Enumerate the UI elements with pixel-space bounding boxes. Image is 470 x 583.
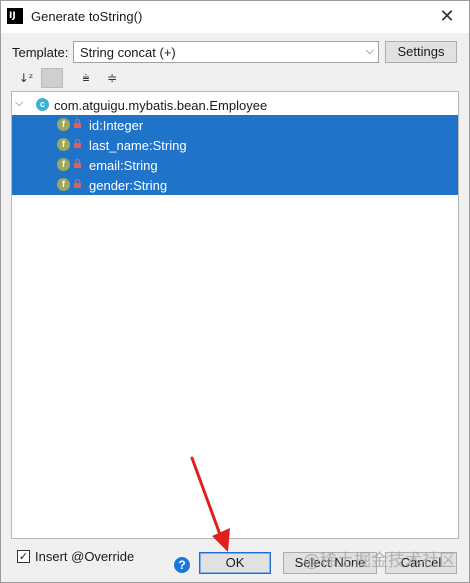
template-label: Template: bbox=[12, 45, 69, 60]
chevron-down-icon: ⌵ bbox=[365, 44, 374, 57]
insert-override-checkbox[interactable]: ✓ bbox=[17, 550, 30, 563]
field-label: gender:String bbox=[89, 178, 168, 193]
title-bar: IJ Generate toString() ✕ bbox=[1, 1, 469, 33]
template-dropdown[interactable]: String concat (+) ⌵ bbox=[73, 41, 379, 63]
intellij-app-icon: IJ bbox=[7, 8, 23, 24]
sort-toggle-icon[interactable] bbox=[41, 68, 63, 88]
class-icon: c bbox=[36, 98, 49, 111]
private-lock-icon bbox=[74, 119, 81, 128]
field-icon: f bbox=[57, 178, 70, 191]
class-name-label: com.atguigu.mybatis.bean.Employee bbox=[54, 98, 268, 113]
collapse-all-icon[interactable]: ≑ bbox=[101, 68, 123, 88]
template-value: String concat (+) bbox=[80, 45, 176, 60]
chevron-down-icon[interactable]: ⌵ bbox=[15, 96, 23, 110]
close-icon[interactable]: ✕ bbox=[435, 6, 459, 28]
field-icon: f bbox=[57, 158, 70, 171]
field-icon: f bbox=[57, 118, 70, 131]
tree-field-row[interactable]: f id:Integer bbox=[12, 115, 458, 135]
watermark: @稀土掘金技术社区 bbox=[303, 551, 456, 571]
private-lock-icon bbox=[74, 139, 81, 148]
sort-alpha-icon[interactable]: ↓ᶻ bbox=[15, 68, 37, 88]
field-label: last_name:String bbox=[89, 138, 187, 153]
private-lock-icon bbox=[74, 159, 81, 168]
generate-tostring-dialog: IJ Generate toString() ✕ Template: Strin… bbox=[0, 0, 470, 583]
field-icon: f bbox=[57, 138, 70, 151]
ok-button[interactable]: OK bbox=[199, 552, 271, 574]
expand-all-icon[interactable]: ⩧ bbox=[75, 68, 97, 88]
member-tree[interactable]: ⌵ c com.atguigu.mybatis.bean.Employee f … bbox=[11, 91, 459, 539]
field-label: email:String bbox=[89, 158, 158, 173]
private-lock-icon bbox=[74, 179, 81, 188]
tree-field-row[interactable]: f gender:String bbox=[12, 175, 458, 195]
settings-button[interactable]: Settings bbox=[385, 41, 457, 63]
tree-field-row[interactable]: f last_name:String bbox=[12, 135, 458, 155]
dialog-title: Generate toString() bbox=[31, 9, 143, 24]
field-label: id:Integer bbox=[89, 118, 144, 133]
tree-field-row[interactable]: f email:String bbox=[12, 155, 458, 175]
help-icon[interactable]: ? bbox=[174, 557, 190, 573]
selected-fields-block: f id:Integer f last_name:String f email:… bbox=[12, 115, 458, 195]
tree-root-row[interactable]: ⌵ c com.atguigu.mybatis.bean.Employee bbox=[12, 95, 458, 115]
insert-override-label: Insert @Override bbox=[35, 549, 135, 564]
